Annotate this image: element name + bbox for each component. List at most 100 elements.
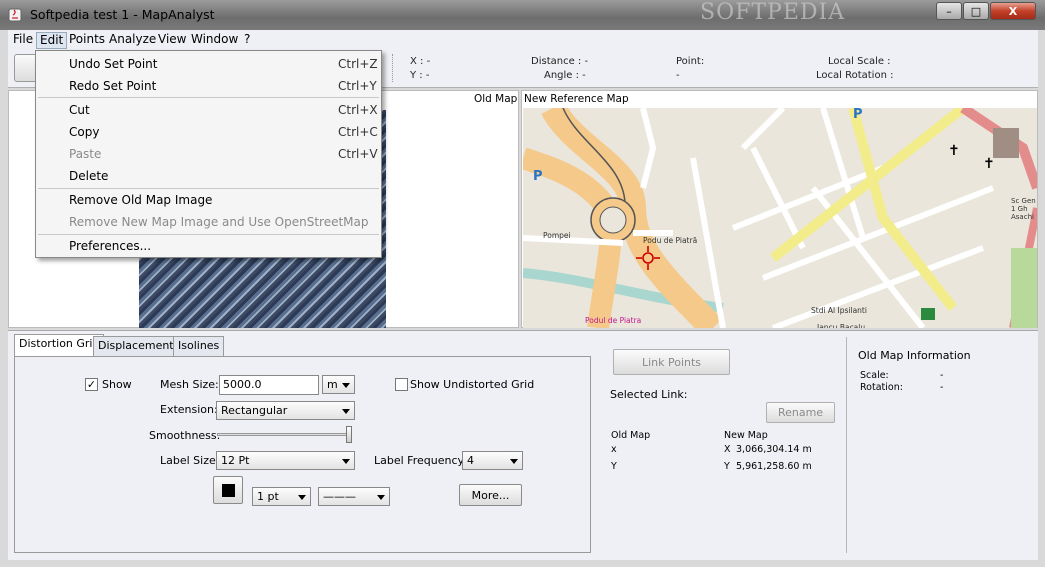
line-style-select[interactable]: ——— <box>318 487 390 506</box>
menu-view[interactable]: View <box>155 32 189 49</box>
menu-item-shortcut: Ctrl+X <box>338 103 378 117</box>
svg-text:Iancu Bacalu: Iancu Bacalu <box>817 323 865 328</box>
menu-item-label: Remove New Map Image and Use OpenStreetM… <box>69 215 369 229</box>
menu-window[interactable]: Window <box>188 32 241 49</box>
show-checkbox[interactable]: ✓ <box>85 378 98 391</box>
color-swatch <box>221 483 235 497</box>
menu-item-label: Copy <box>69 125 100 139</box>
new-reference-map[interactable]: P P Pompei Podu de Piatră Podul de Piatr… <box>523 108 1037 328</box>
label-frequency-select[interactable]: 4 <box>462 451 523 470</box>
mesh-size-input[interactable]: 5000.0 <box>219 375 319 395</box>
svg-text:✝: ✝ <box>983 156 995 172</box>
smoothness-label: Smoothness: <box>149 429 221 442</box>
edit-menu: Undo Set Point Ctrl+Z Redo Set Point Ctrl+… <box>35 50 382 258</box>
label-frequency-value: 4 <box>467 454 474 467</box>
angle-readout: Angle : - <box>544 70 586 81</box>
new-y-value: 5,961,258.60 m <box>736 461 812 472</box>
new-map-header: New Reference Map <box>524 93 629 105</box>
menu-separator <box>38 97 379 98</box>
menu-file[interactable]: File <box>10 32 36 49</box>
menu-help[interactable]: ? <box>241 32 253 49</box>
window-title: Softpedia test 1 - MapAnalyst <box>30 7 215 22</box>
distance-readout: Distance : - <box>531 56 589 67</box>
menu-item-shortcut: Ctrl+Y <box>338 79 377 93</box>
toolbar-divider <box>392 54 393 82</box>
line-width-value: 1 pt <box>257 490 279 503</box>
minimize-button[interactable]: – <box>936 2 962 20</box>
svg-text:Stdi Al Ipsilanti: Stdi Al Ipsilanti <box>811 306 867 315</box>
rename-button[interactable]: Rename <box>766 402 835 423</box>
tab-distortion-grid[interactable]: Distortion Grid <box>14 334 105 356</box>
rotation-value: - <box>940 382 944 393</box>
tab-isolines[interactable]: Isolines <box>173 336 225 356</box>
java-app-icon <box>8 7 22 22</box>
old-x-label: x <box>611 444 617 455</box>
menu-item-redo[interactable]: Redo Set Point Ctrl+Y <box>36 75 381 97</box>
show-undistorted-checkbox[interactable] <box>395 378 408 391</box>
svg-text:P: P <box>533 169 543 184</box>
point-readout: Point: <box>676 56 705 67</box>
maximize-button[interactable]: □ <box>963 2 989 20</box>
more-button[interactable]: More... <box>459 484 522 506</box>
show-label: Show <box>102 378 132 391</box>
svg-text:P: P <box>853 108 863 122</box>
smoothness-slider-handle[interactable] <box>346 426 352 443</box>
tab-displacements[interactable]: Displacements <box>93 336 185 356</box>
menu-item-delete[interactable]: Delete <box>36 165 381 187</box>
new-map-column-header: New Map <box>724 430 768 441</box>
extension-label: Extension: <box>160 403 218 416</box>
menu-analyze[interactable]: Analyze <box>106 32 159 49</box>
menu-item-undo[interactable]: Undo Set Point Ctrl+Z <box>36 53 381 75</box>
smoothness-slider-track[interactable] <box>217 433 351 436</box>
menu-item-copy[interactable]: Copy Ctrl+C <box>36 121 381 143</box>
local-scale-readout: Local Scale : <box>828 56 891 67</box>
close-button[interactable]: X <box>990 2 1036 20</box>
menu-item-cut[interactable]: Cut Ctrl+X <box>36 99 381 121</box>
menu-item-shortcut: Ctrl+Z <box>338 57 378 71</box>
menu-item-paste[interactable]: Paste Ctrl+V <box>36 143 381 165</box>
link-points-button[interactable]: Link Points <box>613 349 730 375</box>
svg-text:Sc Gen: Sc Gen <box>1011 197 1036 205</box>
chevron-down-icon <box>377 495 385 500</box>
menu-item-remove-new-map[interactable]: Remove New Map Image and Use OpenStreetM… <box>36 211 381 233</box>
old-map-info-title: Old Map Information <box>858 349 971 362</box>
svg-text:1 Gh: 1 Gh <box>1011 205 1028 213</box>
line-width-select[interactable]: 1 pt <box>252 487 311 506</box>
color-picker-button[interactable] <box>213 476 243 504</box>
street-map-graphic: P P Pompei Podu de Piatră Podul de Piatr… <box>523 108 1037 328</box>
menu-item-label: Undo Set Point <box>69 57 158 71</box>
chevron-down-icon <box>510 459 518 464</box>
svg-text:Podu de Piatră: Podu de Piatră <box>643 236 697 245</box>
menu-item-preferences[interactable]: Preferences... <box>36 235 381 257</box>
menu-item-remove-old-map[interactable]: Remove Old Map Image <box>36 189 381 211</box>
label-size-label: Label Size: <box>160 454 220 467</box>
x-readout: X : - <box>410 56 431 67</box>
extension-select[interactable]: Rectangular <box>216 401 355 420</box>
new-x-label: X <box>724 444 731 455</box>
chevron-down-icon <box>298 495 306 500</box>
point-value: - <box>676 70 680 81</box>
old-map-header: Old Map <box>474 93 518 105</box>
mesh-unit-select[interactable]: m <box>322 375 355 394</box>
scale-value: - <box>940 370 944 381</box>
menu-item-label: Cut <box>69 103 90 117</box>
y-readout: Y : - <box>410 70 430 81</box>
show-undistorted-label: Show Undistorted Grid <box>410 378 535 391</box>
chevron-down-icon <box>342 459 350 464</box>
scale-label: Scale: <box>860 370 889 381</box>
chevron-down-icon <box>342 383 350 388</box>
svg-text:Asachi: Asachi <box>1011 213 1034 221</box>
svg-text:Podul de Piatra: Podul de Piatra <box>585 316 641 325</box>
new-x-value: 3,066,304.14 m <box>736 444 812 455</box>
menu-edit[interactable]: Edit <box>36 32 68 49</box>
menu-item-shortcut: Ctrl+C <box>338 125 378 139</box>
panel-divider <box>846 337 847 553</box>
old-map-column-header: Old Map <box>611 430 651 441</box>
menu-points[interactable]: Points <box>66 32 108 49</box>
new-y-label: Y <box>724 461 730 472</box>
selected-link-label: Selected Link: <box>610 388 688 401</box>
menu-item-shortcut: Ctrl+V <box>338 147 378 161</box>
label-size-select[interactable]: 12 Pt <box>216 451 355 470</box>
old-y-label: Y <box>611 461 617 472</box>
line-style-value: ——— <box>323 490 356 503</box>
